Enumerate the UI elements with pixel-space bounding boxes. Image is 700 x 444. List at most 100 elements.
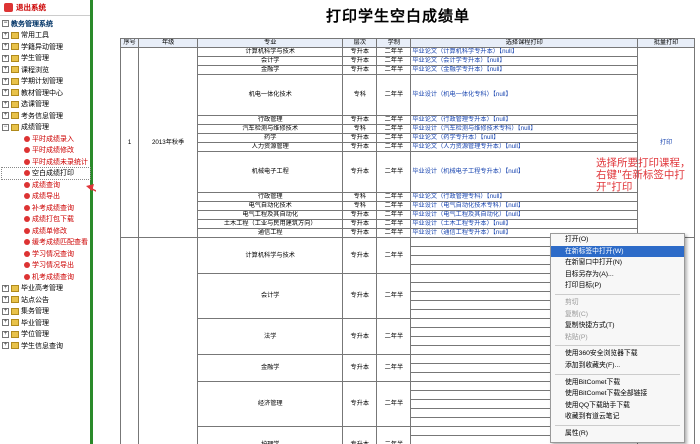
- sidebar-item[interactable]: 成绩导出: [2, 191, 90, 203]
- sidebar-group[interactable]: + 毕业管理: [2, 317, 90, 329]
- context-menu-item[interactable]: 收藏到有道云笔记: [551, 411, 684, 423]
- duration-cell: 二年半: [376, 56, 412, 66]
- course-link[interactable]: 毕业设计（电气工程及其自动化）【null】: [410, 210, 639, 220]
- column-header: 学制: [376, 38, 412, 48]
- sidebar-group-label: 学籍异动管理: [21, 43, 63, 51]
- sidebar-group-label: 学位管理: [21, 331, 49, 339]
- context-menu-item[interactable]: 在新标签中打开(W): [551, 245, 684, 258]
- folder-icon: [11, 330, 19, 338]
- expand-toggle-icon[interactable]: +: [2, 100, 9, 108]
- sidebar-group[interactable]: + 教材管理中心: [2, 87, 90, 99]
- expand-toggle-icon[interactable]: +: [2, 77, 9, 85]
- major-cell: 计算机科学与技术: [197, 237, 344, 274]
- expand-toggle-icon[interactable]: +: [2, 112, 9, 120]
- context-menu-item[interactable]: 添加到收藏夹(F)...: [551, 360, 684, 372]
- course-link[interactable]: 毕业设计（机电一体化专科）【null】: [410, 74, 639, 116]
- expand-toggle-icon[interactable]: +: [2, 284, 9, 292]
- sidebar-group[interactable]: + 站点公告: [2, 294, 90, 306]
- sidebar-group[interactable]: + 考务信息管理: [2, 110, 90, 122]
- sidebar-item[interactable]: 空白成绩打印: [1, 166, 91, 180]
- context-menu-item[interactable]: 打印目标(P): [551, 280, 684, 292]
- collapse-toggle-icon[interactable]: −: [2, 20, 9, 28]
- course-link[interactable]: 毕业论文（计算机科学专升本）【null】: [410, 47, 639, 57]
- sidebar-item[interactable]: 学习情况导出: [2, 260, 90, 272]
- grade-cell: 2013年秋季: [138, 47, 199, 238]
- sidebar-item[interactable]: 补考成绩查询: [2, 202, 90, 214]
- context-menu-item[interactable]: 目标另存为(A)...: [551, 269, 684, 281]
- sidebar-group[interactable]: + 常用工具: [2, 30, 90, 42]
- sidebar-group-label: 学期计划管理: [21, 78, 63, 86]
- context-menu-item[interactable]: 使用QQ下载助手下载: [551, 400, 684, 412]
- logout-link[interactable]: 退出系统: [0, 0, 90, 16]
- duration-cell: 二年半: [376, 115, 412, 125]
- expand-toggle-icon[interactable]: +: [2, 89, 9, 97]
- expand-toggle-icon[interactable]: +: [2, 296, 9, 304]
- sidebar-item[interactable]: 成绩查询: [2, 179, 90, 191]
- table-row: 人力资源管理 专升本 二年半 毕业论文（人力资源管理专升本）【null】: [121, 142, 695, 152]
- duration-cell: 二年半: [376, 318, 412, 355]
- sidebar-group[interactable]: + 学生信息查询: [2, 340, 90, 352]
- expand-toggle-icon[interactable]: +: [2, 319, 9, 327]
- context-menu-item[interactable]: 打开(O): [551, 234, 684, 246]
- sidebar-item[interactable]: 机考成绩查询: [2, 271, 90, 283]
- course-link[interactable]: 毕业论文（行政管理专升本）【null】: [410, 115, 639, 125]
- sidebar-group[interactable]: + 学生管理: [2, 53, 90, 65]
- expand-toggle-icon[interactable]: −: [2, 123, 9, 131]
- table-row: 电气自动化技术 专科 二年半 毕业设计（电气自动化技术专科）【null】: [121, 201, 695, 211]
- duration-cell: 二年半: [376, 210, 412, 220]
- sidebar-group[interactable]: + 课程浏览: [2, 64, 90, 76]
- major-cell: 行政管理: [197, 115, 344, 125]
- batch-print-link[interactable]: 打印: [637, 47, 695, 238]
- context-menu-item[interactable]: 粘贴(P): [551, 332, 684, 344]
- level-cell: 专升本: [342, 237, 378, 274]
- context-menu-item[interactable]: 剪切: [551, 297, 684, 309]
- sidebar-group[interactable]: + 选课管理: [2, 99, 90, 111]
- course-link[interactable]: 毕业设计（汽车检测与维修技术专科）【null】: [410, 124, 639, 134]
- tree-root[interactable]: − 教务管理系统: [2, 18, 90, 30]
- sidebar-group[interactable]: + 集务管理: [2, 306, 90, 318]
- sidebar-item-label: 机考成绩查询: [32, 273, 74, 281]
- level-cell: 专升本: [342, 65, 378, 75]
- sidebar-item[interactable]: 平时成绩录入: [2, 133, 90, 145]
- course-link[interactable]: 毕业论文（行政管理专科）【null】: [410, 192, 639, 202]
- sidebar-item[interactable]: 平时成绩修改: [2, 145, 90, 157]
- sidebar-item-label: 平时成绩录入: [32, 135, 74, 143]
- sidebar-group[interactable]: + 学位管理: [2, 329, 90, 341]
- page-title: 打印学生空白成绩单: [325, 7, 470, 25]
- major-cell: 机械电子工程: [197, 151, 344, 193]
- major-cell: 土木工程（工业与民用建筑方向）: [197, 219, 344, 229]
- course-link[interactable]: 毕业论文（药学专升本）【null】: [410, 133, 639, 143]
- course-link[interactable]: 毕业论文（人力资源管理专升本）【null】: [410, 142, 639, 152]
- sidebar-item[interactable]: 学习情况查询: [2, 248, 90, 260]
- sidebar-group[interactable]: + 毕业高考管理: [2, 283, 90, 295]
- sidebar-item[interactable]: 成绩打包下载: [2, 214, 90, 226]
- course-link[interactable]: 毕业设计（电气自动化技术专科）【null】: [410, 201, 639, 211]
- course-link[interactable]: 毕业设计（土木工程专升本）【null】: [410, 219, 639, 229]
- course-link[interactable]: 毕业论文（会计学专升本）【null】: [410, 56, 639, 66]
- expand-toggle-icon[interactable]: +: [2, 330, 9, 338]
- expand-toggle-icon[interactable]: +: [2, 307, 9, 315]
- expand-toggle-icon[interactable]: +: [2, 43, 9, 51]
- expand-toggle-icon[interactable]: +: [2, 342, 9, 350]
- sidebar-group[interactable]: + 学期计划管理: [2, 76, 90, 88]
- context-menu-item[interactable]: 复制(C): [551, 309, 684, 321]
- duration-cell: 二年半: [376, 47, 412, 57]
- sidebar-group[interactable]: − 成绩管理: [2, 122, 90, 134]
- folder-icon: [11, 307, 19, 315]
- course-link[interactable]: 毕业论文（金融学专升本）【null】: [410, 65, 639, 75]
- sidebar-item[interactable]: 成绩单修改: [2, 225, 90, 237]
- sidebar-item[interactable]: 缓考成绩匹配查看: [2, 237, 90, 249]
- duration-cell: 二年半: [376, 151, 412, 193]
- context-menu-item[interactable]: 属性(R): [551, 428, 684, 440]
- context-menu-item[interactable]: 使用BitComet下载: [551, 377, 684, 389]
- expand-toggle-icon[interactable]: +: [2, 31, 9, 39]
- expand-toggle-icon[interactable]: +: [2, 54, 9, 62]
- context-menu-item[interactable]: 在新窗口中打开(N): [551, 257, 684, 269]
- column-header: 专业: [197, 38, 344, 48]
- sidebar-item[interactable]: 平时成绩未录统计: [2, 156, 90, 168]
- context-menu-item[interactable]: 复制快捷方式(T): [551, 320, 684, 332]
- expand-toggle-icon[interactable]: +: [2, 66, 9, 74]
- sidebar-group[interactable]: + 学籍异动管理: [2, 41, 90, 53]
- context-menu-item[interactable]: 使用360安全浏览器下载: [551, 348, 684, 360]
- context-menu-item[interactable]: 使用BitComet下载全部链接: [551, 388, 684, 400]
